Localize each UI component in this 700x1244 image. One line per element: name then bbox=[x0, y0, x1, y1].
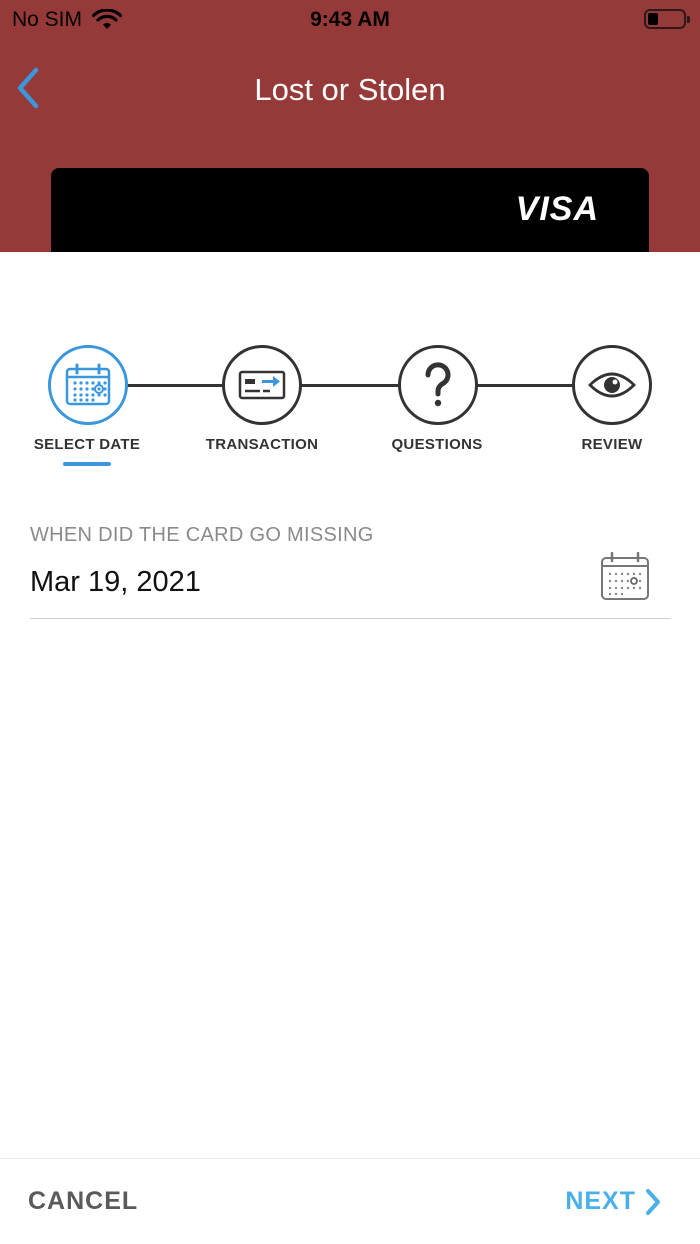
calendar-icon bbox=[65, 363, 111, 406]
step-transaction[interactable] bbox=[222, 345, 302, 425]
status-bar: No SIM 9:43 AM bbox=[0, 0, 700, 40]
calendar-icon[interactable] bbox=[600, 552, 650, 602]
step-label-review: REVIEW bbox=[581, 436, 643, 453]
next-button[interactable]: NEXT bbox=[565, 1187, 662, 1216]
date-field-underline bbox=[30, 618, 670, 619]
page-title: Lost or Stolen bbox=[254, 72, 446, 107]
stepper-connector bbox=[477, 384, 573, 387]
date-field-label: WHEN DID THE CARD GO MISSING bbox=[30, 524, 374, 546]
step-select-date[interactable] bbox=[48, 345, 128, 425]
status-time: 9:43 AM bbox=[310, 8, 390, 31]
footer-bar: CANCEL NEXT bbox=[0, 1158, 700, 1244]
step-label-questions: QUESTIONS bbox=[391, 436, 483, 453]
card-preview: VISA bbox=[51, 168, 649, 252]
lost-or-stolen-screen: No SIM 9:43 AM Lost or Stolen VISA SELEC… bbox=[0, 0, 700, 1244]
progress-stepper: SELECT DATE TRANSACTION QUESTIONS REVIEW bbox=[0, 340, 700, 480]
battery-icon bbox=[644, 9, 690, 29]
eye-icon bbox=[588, 372, 636, 398]
battery-fill bbox=[648, 13, 658, 25]
step-label-transaction: TRANSACTION bbox=[205, 436, 319, 453]
card-transfer-icon bbox=[238, 370, 286, 400]
date-field-value[interactable]: Mar 19, 2021 bbox=[30, 566, 201, 599]
stepper-connector bbox=[301, 384, 399, 387]
step-review[interactable] bbox=[572, 345, 652, 425]
cancel-button[interactable]: CANCEL bbox=[28, 1187, 138, 1216]
visa-logo: VISA bbox=[515, 190, 599, 228]
active-step-indicator bbox=[63, 462, 111, 466]
header: No SIM 9:43 AM Lost or Stolen VISA bbox=[0, 0, 700, 252]
stepper-connector bbox=[127, 384, 223, 387]
step-label-select-date: SELECT DATE bbox=[33, 436, 141, 453]
step-questions[interactable] bbox=[398, 345, 478, 425]
next-label: NEXT bbox=[565, 1187, 636, 1215]
question-mark-icon bbox=[425, 362, 451, 407]
chevron-right-icon bbox=[646, 1188, 660, 1215]
